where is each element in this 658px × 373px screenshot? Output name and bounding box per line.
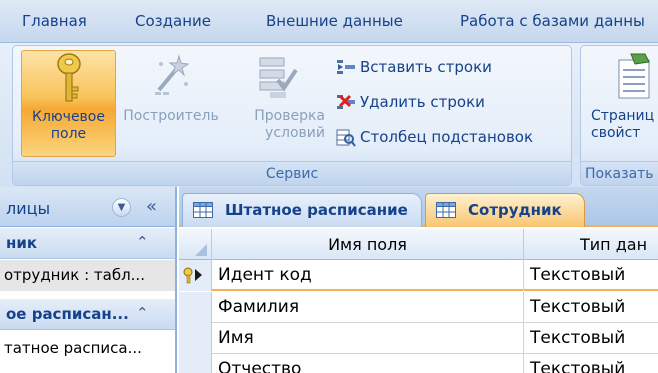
primary-key-icon <box>183 266 205 288</box>
doc-tab-label: Сотрудник <box>468 201 562 219</box>
tab-home[interactable]: Главная <box>22 12 87 30</box>
builder-button[interactable]: Построитель <box>119 50 223 157</box>
nav-item-employee-table[interactable]: отрудник : табл... <box>0 260 175 291</box>
insert-rows-label: Вставить строки <box>360 58 492 76</box>
table-icon <box>436 202 456 218</box>
nav-group-staff-schedule[interactable]: ое расписан... ⌃ <box>0 299 175 330</box>
table-icon <box>193 202 213 218</box>
check-rules-label-line1: Проверка <box>254 108 325 124</box>
row-selector[interactable] <box>179 354 212 373</box>
doc-tab-staff-schedule[interactable]: Штатное расписание <box>182 193 422 227</box>
ribbon-tab-strip: Главная Создание Внешние данные Работа с… <box>0 0 658 42</box>
chevron-down-icon[interactable]: ▼ <box>112 198 131 217</box>
nav-group-employee[interactable]: ник ⌃ <box>0 228 175 259</box>
nav-group-label: ник <box>6 234 38 252</box>
group-show: Страниц свойст Показать <box>580 45 658 186</box>
select-all-corner[interactable] <box>179 229 212 260</box>
table-row[interactable]: Фамилия Текстовый <box>179 292 658 323</box>
builder-label: Построитель <box>123 108 219 124</box>
table-row[interactable]: Отчество Текстовый <box>179 354 658 373</box>
data-type-cell[interactable]: Текстовый <box>524 354 658 373</box>
nav-item-label: татное расписа... <box>4 339 142 357</box>
lookup-column-label: Столбец подстановок <box>360 128 534 146</box>
group-service-label: Сервис <box>13 161 571 185</box>
nav-group-label: ое расписан... <box>6 305 129 323</box>
field-name-cell[interactable]: Фамилия <box>212 292 524 323</box>
grid-header-row: Имя поля Тип дан <box>179 229 658 260</box>
property-sheet-label-line2: свойст <box>591 125 641 141</box>
key-field-button[interactable]: Ключевое поле <box>21 50 116 157</box>
document-tab-bar: Штатное расписание Сотрудник <box>179 187 658 227</box>
check-rules-label-line2: условий <box>265 125 325 141</box>
insert-rows-icon <box>336 59 356 75</box>
column-header-field-name[interactable]: Имя поля <box>212 229 524 260</box>
doc-tab-employee[interactable]: Сотрудник <box>425 193 585 227</box>
property-sheet-button[interactable]: Страниц свойст <box>585 50 658 157</box>
key-field-label-line2: поле <box>50 126 87 142</box>
tab-database-tools[interactable]: Работа с базами данны <box>460 12 645 30</box>
row-selector[interactable] <box>179 323 212 354</box>
nav-pane-header[interactable]: лицы ▼ « <box>0 187 175 227</box>
lookup-column-icon <box>336 129 356 147</box>
group-service: Ключевое поле Построитель Проверка услов… <box>12 45 572 186</box>
ribbon: Ключевое поле Построитель Проверка услов… <box>0 42 658 187</box>
collapse-pane-icon[interactable]: « <box>146 196 157 217</box>
nav-item-staff-schedule-table[interactable]: татное расписа... <box>0 333 175 364</box>
group-show-label: Показать <box>581 161 658 185</box>
delete-rows-label: Удалить строки <box>360 93 485 111</box>
data-type-cell[interactable]: Текстовый <box>524 323 658 354</box>
table-design-grid: Имя поля Тип дан Идент код Текстовый Фам… <box>179 229 658 373</box>
collapse-group-icon[interactable]: ⌃ <box>136 233 149 251</box>
collapse-group-icon[interactable]: ⌃ <box>136 304 149 322</box>
property-sheet-icon <box>615 52 655 107</box>
tab-create[interactable]: Создание <box>135 12 211 30</box>
navigation-pane: лицы ▼ « ник ⌃ отрудник : табл... ое рас… <box>0 187 177 373</box>
property-sheet-label-line1: Страниц <box>591 108 655 124</box>
wand-icon <box>151 52 191 103</box>
table-row[interactable]: Идент код Текстовый <box>179 260 658 291</box>
delete-rows-icon <box>336 94 356 110</box>
nav-item-label: отрудник : табл... <box>4 266 145 284</box>
data-type-cell[interactable]: Текстовый <box>524 292 658 323</box>
field-name-cell[interactable]: Отчество <box>212 354 524 373</box>
table-row[interactable]: Имя Текстовый <box>179 323 658 354</box>
field-name-cell[interactable]: Имя <box>212 323 524 354</box>
doc-tab-label: Штатное расписание <box>225 201 408 219</box>
nav-pane-title: лицы <box>6 199 51 218</box>
data-type-cell[interactable]: Текстовый <box>524 260 658 291</box>
key-field-label-line1: Ключевое <box>32 109 105 125</box>
row-selector[interactable] <box>179 260 212 291</box>
check-rules-icon <box>256 52 300 105</box>
tab-external-data[interactable]: Внешние данные <box>266 12 403 30</box>
key-icon <box>54 53 84 110</box>
column-header-data-type[interactable]: Тип дан <box>524 229 658 260</box>
field-name-cell[interactable]: Идент код <box>212 260 524 291</box>
row-selector[interactable] <box>179 292 212 323</box>
check-rules-button[interactable]: Проверка условий <box>225 50 331 157</box>
